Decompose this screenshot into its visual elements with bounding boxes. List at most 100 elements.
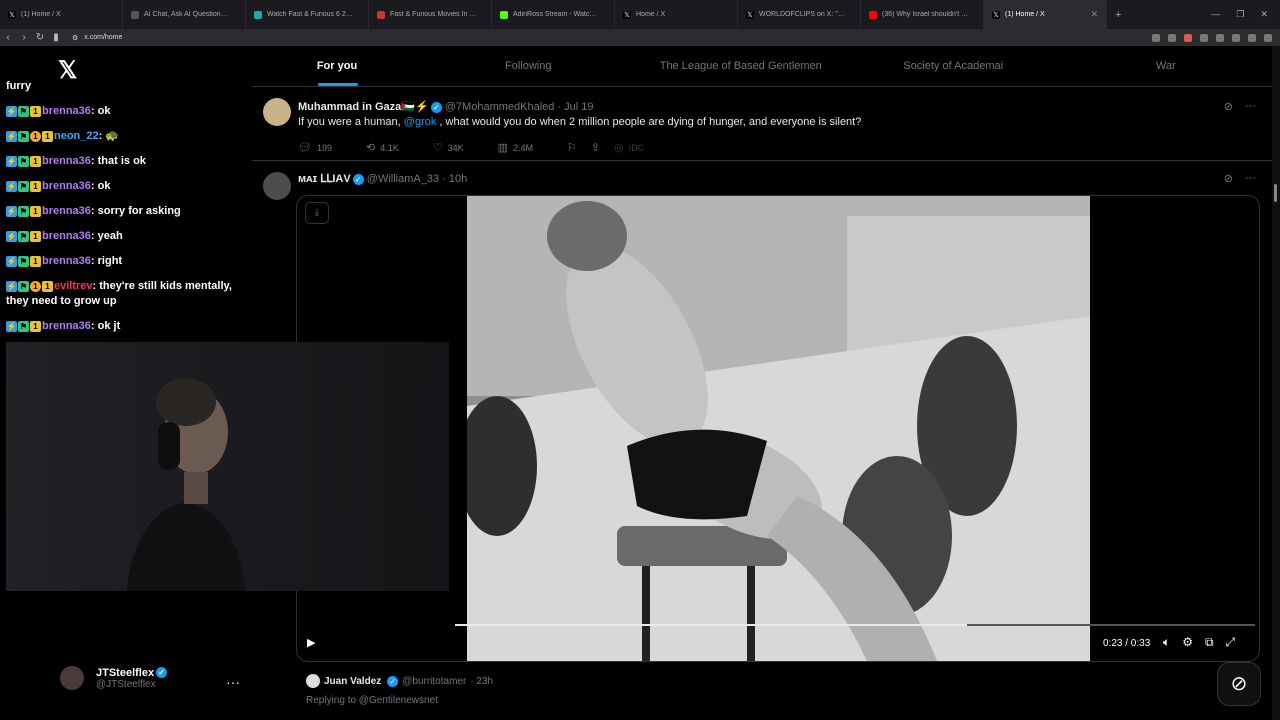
browser-tab[interactable]: 𝕏 (1) Home / X [0,0,123,29]
close-tab-icon[interactable]: ✕ [1084,9,1098,20]
browser-tab[interactable]: 𝕏 WORLDOFCLIPS on X: "Mrbased get... [738,0,861,29]
chat-username[interactable]: brenna36 [42,155,91,167]
x-icon: 𝕏 [623,10,631,19]
share-button[interactable]: ⇪ [591,141,600,154]
mention-link[interactable]: @grok [404,116,437,128]
browser-tab[interactable]: AdinRoss Stream - Watch Live on Ki... [492,0,615,29]
extension-label: IDC [628,142,645,153]
browser-tab[interactable]: Watch Fast & Furious 6 2013 full HD [246,0,369,29]
video-progress-fill [455,624,967,626]
chat-message: ⚡ ⚑ 1 brenna36: that is ok [6,154,246,169]
chat-username[interactable]: brenna36 [42,105,91,117]
chat-message: ⚡ ⚑ 1 brenna36: ok [6,104,246,119]
youtube-icon [869,10,877,19]
like-button[interactable]: ♡ 34K [433,141,464,154]
chat-username[interactable]: brenna36 [42,205,91,217]
popout-icon[interactable]: ⧉ [1205,635,1214,650]
volume-icon[interactable]: 🔈︎ [1163,635,1170,650]
account-switcher[interactable]: JTSteelflex ✓ @JTSteelflex [60,666,168,690]
scrollbar[interactable] [1272,46,1280,720]
tab-the-league-of-based-gentlemen[interactable]: The League of Based Gentlemen [635,46,848,86]
chat-username[interactable]: brenna36 [42,180,91,192]
tweet-date[interactable]: · 23h [470,676,493,687]
play-icon[interactable]: ▶ [307,636,315,649]
browser-tab[interactable]: Fast & Furious Movies In Order: How ... [369,0,492,29]
author-name[interactable]: ᴍᴀɪ ᒪᒪIΑV [298,173,351,185]
avatar[interactable] [306,674,320,688]
author-handle[interactable]: @WilliamA_33 [367,173,439,185]
extension-icon[interactable] [1248,33,1256,42]
tab-for-you[interactable]: For you [252,46,422,86]
tab-society-of-academai[interactable]: Society of Academai [847,46,1060,86]
download-icon[interactable]: ⤓ [305,202,329,224]
tweet-date[interactable]: · 10h [442,173,467,185]
bookmark-tweet-icon: ⚐ [567,142,577,154]
forward-icon[interactable]: › [16,32,32,43]
minimize-icon[interactable]: — [1211,9,1220,20]
grok-button[interactable]: ⊘ [1217,662,1261,706]
url-field[interactable]: ⚙ x.com/home [72,34,122,42]
back-icon[interactable]: ‹ [0,32,16,43]
author-handle[interactable]: @burritotamer [402,676,466,687]
extension-badge[interactable]: ◎ IDC [614,141,644,154]
extension-icon[interactable] [1184,33,1192,42]
more-icon[interactable]: ··· [1245,100,1256,113]
views-button[interactable]: ▥ 2.4M [498,141,533,154]
badge-icon: 1 [30,280,41,292]
author-name[interactable]: Juan Valdez [324,676,381,687]
video-progress-bar[interactable] [455,624,1255,626]
browser-tab[interactable]: 𝕏 Home / X [615,0,738,29]
verified-icon: ✓ [430,101,442,113]
tweet[interactable]: Muhammad in Gaza🇵🇸⚡ ✓ @7MohammedKhaled · … [252,87,1272,161]
bookmark-icon[interactable]: ▮ [48,32,64,43]
ai-icon [131,10,139,19]
extension-icon[interactable] [1168,33,1176,42]
tab-war[interactable]: War [1060,46,1273,86]
chat-username[interactable]: neon_22 [54,130,99,142]
extension-icon[interactable] [1200,33,1208,42]
reload-icon[interactable]: ↻ [32,32,48,43]
repost-button[interactable]: ⟲ 4.1K [366,141,399,154]
extension-icon[interactable] [1232,33,1240,42]
more-options-icon[interactable]: ··· [226,674,240,690]
extension-icon[interactable] [1152,33,1160,42]
video-controls: ▶ 0:23 / 0:33 🔈︎ ⚙ ⧉ ⤢ [297,630,1259,660]
badge-icon: 1 [30,155,41,167]
grok-icon[interactable]: ⊘ [1224,172,1233,185]
profile-handle: @JTSteelflex [96,678,156,690]
author-name[interactable]: Muhammad in Gaza🇵🇸⚡ [298,101,429,113]
avatar[interactable] [263,172,291,200]
grok-icon[interactable]: ⊘ [1224,100,1233,113]
verified-icon: ✓ [352,173,364,185]
browser-tab[interactable]: 𝕏 (1) Home / X ✕ [984,0,1107,29]
more-icon[interactable]: ··· [1245,172,1256,185]
extension-icon[interactable] [1216,33,1224,42]
site-info-icon[interactable]: ⚙ [72,34,78,42]
scrollbar-thumb[interactable] [1274,184,1277,202]
bookmark-button[interactable]: ⚐ [567,141,577,154]
views-icon: ▥ [497,142,509,154]
chat-username[interactable]: eviltrev [54,280,93,292]
video-frame-image[interactable] [467,196,1090,661]
restore-icon[interactable]: ❐ [1236,9,1244,20]
browser-tab[interactable]: AI Chat, Ask AI Questions for Expert ... [123,0,246,29]
chat-username[interactable]: brenna36 [42,255,91,267]
new-tab-button[interactable]: + [1107,9,1129,21]
avatar[interactable] [263,98,291,126]
settings-icon[interactable]: ⚙ [1182,635,1193,650]
extension-icons [1152,33,1280,42]
x-logo-icon[interactable]: 𝕏 [58,56,77,85]
browser-tab[interactable]: (36) Why Israel shouldn't be US Ally... [861,0,984,29]
tab-following[interactable]: Following [422,46,635,86]
tweet-tools: ⊘ ··· [1224,172,1256,185]
author-handle[interactable]: @7MohammedKhaled [445,101,555,113]
chat-username[interactable]: brenna36 [42,320,91,332]
fullscreen-icon[interactable]: ⤢ [1226,635,1236,650]
close-window-icon[interactable]: ✕ [1260,9,1268,20]
tweet-date[interactable]: · Jul 19 [557,101,593,113]
x-icon: 𝕏 [746,10,754,19]
chat-username[interactable]: brenna36 [42,230,91,242]
reply-button[interactable]: 💬︎ 199 [298,141,332,154]
menu-icon[interactable] [1264,33,1272,42]
tweet-tools: ⊘ ··· [1224,100,1256,113]
